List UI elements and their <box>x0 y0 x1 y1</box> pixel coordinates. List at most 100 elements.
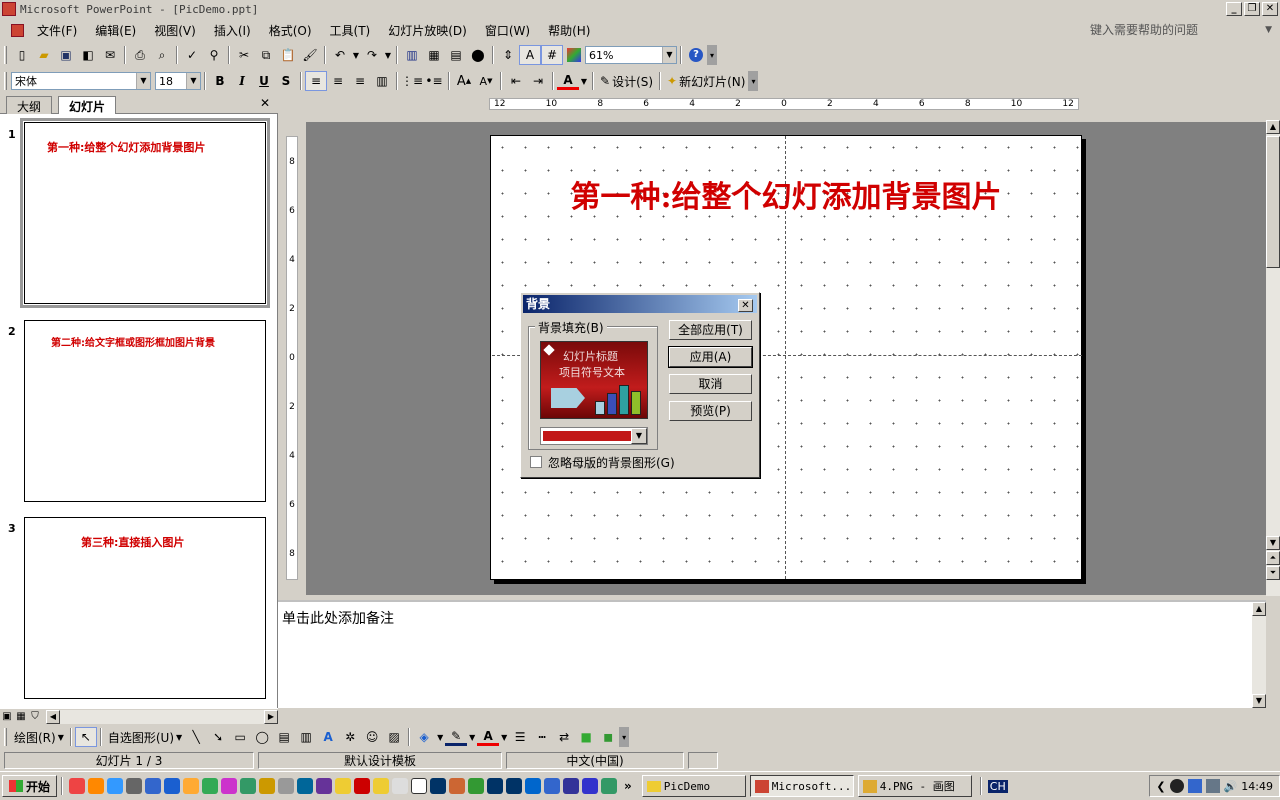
network-icon[interactable] <box>1187 779 1202 793</box>
quick-launch-icon[interactable] <box>220 778 237 794</box>
start-button[interactable]: 开始 <box>2 775 58 797</box>
line-color-dropdown-icon[interactable]: ▼ <box>467 727 477 747</box>
normal-view-icon[interactable]: ▣ <box>0 710 14 724</box>
word-icon[interactable] <box>581 778 598 794</box>
quick-launch-icon[interactable] <box>543 778 560 794</box>
spelling-icon[interactable]: ✓ <box>181 45 203 65</box>
line-style-icon[interactable]: ☰ <box>509 727 531 747</box>
scroll-left-icon[interactable]: ◀ <box>46 709 60 724</box>
open-icon[interactable]: ▰ <box>33 45 55 65</box>
insert-diagram-icon[interactable]: ⬤ <box>467 45 489 65</box>
help-question-box[interactable]: 键入需要帮助的问题 ▼ <box>1086 20 1276 39</box>
slide-thumbnail-1[interactable]: 第一种:给整个幻灯添加背景图片 <box>20 118 270 308</box>
bold-button[interactable]: B <box>209 71 231 91</box>
scroll-thumb[interactable] <box>1266 136 1280 268</box>
font-combo[interactable]: 宋体 ▼ <box>11 72 151 90</box>
chrome-icon[interactable] <box>87 778 104 794</box>
underline-button[interactable]: U <box>253 71 275 91</box>
print-icon[interactable]: ⎙ <box>129 45 151 65</box>
increase-font-icon[interactable]: A ▲ <box>453 71 475 91</box>
quick-launch-icon[interactable] <box>505 778 522 794</box>
toolbar-handle[interactable] <box>4 728 7 746</box>
italic-button[interactable]: I <box>231 71 253 91</box>
color-grayscale-icon[interactable] <box>567 48 581 62</box>
folder-icon[interactable] <box>334 778 351 794</box>
shadow-style-icon[interactable]: ■ <box>575 727 597 747</box>
next-slide-icon[interactable]: ⏷ <box>1266 566 1280 580</box>
slide-title[interactable]: 第一种:给整个幻灯添加背景图片 <box>490 172 1082 216</box>
font-color-dropdown-icon[interactable]: ▼ <box>579 71 589 91</box>
quick-launch-icon[interactable] <box>467 778 484 794</box>
font-color-icon[interactable]: A <box>477 728 500 746</box>
quick-launch-icon[interactable] <box>258 778 275 794</box>
dash-style-icon[interactable]: ┅ <box>531 727 553 747</box>
vertical-scrollbar[interactable]: ▲ ▼ ⏶ ⏷ <box>1266 120 1280 596</box>
slide-thumbnail-3[interactable]: 第三种:直接插入图片 <box>24 517 266 699</box>
show-grid-icon[interactable]: # <box>541 45 563 65</box>
align-right-icon[interactable]: ≡ <box>349 71 371 91</box>
line-color-icon[interactable]: ✎ <box>445 728 468 746</box>
columns-icon[interactable]: ▥ <box>371 71 393 91</box>
scroll-down-icon[interactable]: ▼ <box>1266 536 1280 550</box>
expand-all-icon[interactable]: ⇕ <box>497 45 519 65</box>
quick-launch-icon[interactable] <box>144 778 161 794</box>
chevron-down-icon[interactable]: ▼ <box>631 428 647 444</box>
horizontal-scrollbar[interactable] <box>60 709 264 724</box>
toolbar-options-icon[interactable]: ▾ <box>748 71 759 91</box>
undo-dropdown-icon[interactable]: ▼ <box>351 45 361 65</box>
ime-indicator[interactable]: CH <box>985 776 1011 796</box>
close-icon[interactable]: ✕ <box>260 96 270 110</box>
text-box-icon[interactable]: ▤ <box>273 727 295 747</box>
quick-launch-icon[interactable] <box>239 778 256 794</box>
vertical-ruler[interactable]: 8 6 4 2 0 2 4 6 8 <box>286 136 298 580</box>
toolbar-handle[interactable] <box>4 72 7 90</box>
align-left-icon[interactable]: ≡ <box>305 71 327 91</box>
quick-launch-icon[interactable] <box>600 778 617 794</box>
cancel-button[interactable]: 取消 <box>669 374 752 394</box>
quick-launch-icon[interactable] <box>429 778 446 794</box>
apply-button[interactable]: 应用(A) <box>668 346 753 368</box>
draw-menu-button[interactable]: 绘图(R) ▼ <box>11 727 67 747</box>
quick-launch-icon[interactable] <box>486 778 503 794</box>
close-button[interactable]: ✕ <box>1262 2 1278 16</box>
new-slide-button[interactable]: ✦ 新幻灯片(N) <box>664 71 748 91</box>
slide-sorter-icon[interactable]: ▦ <box>14 710 28 724</box>
omit-master-graphics-checkbox[interactable] <box>530 456 542 468</box>
document-icon[interactable] <box>6 20 28 40</box>
decrease-indent-icon[interactable]: ⇤ <box>505 71 527 91</box>
select-objects-icon[interactable]: ↖ <box>74 727 97 747</box>
research-icon[interactable]: ⚲ <box>203 45 225 65</box>
quick-launch-icon[interactable] <box>448 778 465 794</box>
clip-art-icon[interactable]: ☺ <box>361 727 383 747</box>
rectangle-icon[interactable]: ▭ <box>229 727 251 747</box>
taskbar-item-picdemo[interactable]: PicDemo <box>641 775 746 797</box>
chevron-down-icon[interactable]: ▼ <box>136 73 150 89</box>
undo-icon[interactable]: ↶ <box>329 45 351 65</box>
quick-launch-icon[interactable] <box>277 778 294 794</box>
menu-tools[interactable]: 工具(T) <box>321 22 380 39</box>
menu-window[interactable]: 窗口(W) <box>476 22 539 39</box>
quick-launch-icon[interactable] <box>315 778 332 794</box>
oval-icon[interactable]: ◯ <box>251 727 273 747</box>
minimize-button[interactable]: _ <box>1226 2 1242 16</box>
menu-format[interactable]: 格式(O) <box>260 22 321 39</box>
copy-icon[interactable]: ⧉ <box>255 45 277 65</box>
font-color-dropdown-icon[interactable]: ▼ <box>499 727 509 747</box>
help-icon[interactable]: ? <box>685 45 707 65</box>
quick-launch-icon[interactable] <box>163 778 180 794</box>
new-icon[interactable]: ▯ <box>11 45 33 65</box>
cut-icon[interactable]: ✂ <box>233 45 255 65</box>
volume-icon[interactable]: 🔊 <box>1224 780 1238 793</box>
toolbar-options-icon[interactable]: ▾ <box>707 45 717 65</box>
tray-icon[interactable] <box>1205 779 1220 793</box>
font-size-combo[interactable]: 18 ▼ <box>155 72 201 90</box>
increase-indent-icon[interactable]: ⇥ <box>527 71 549 91</box>
save-icon[interactable]: ▣ <box>55 45 77 65</box>
insert-picture-icon[interactable]: ▨ <box>383 727 405 747</box>
font-color-icon[interactable]: A <box>557 72 579 90</box>
apply-all-button[interactable]: 全部应用(T) <box>669 320 752 340</box>
powerpoint-app-icon[interactable] <box>2 2 16 16</box>
scroll-up-icon[interactable]: ▲ <box>1266 120 1280 134</box>
notes-scrollbar[interactable]: ▲ ▼ <box>1252 602 1266 708</box>
flash-icon[interactable] <box>353 778 370 794</box>
